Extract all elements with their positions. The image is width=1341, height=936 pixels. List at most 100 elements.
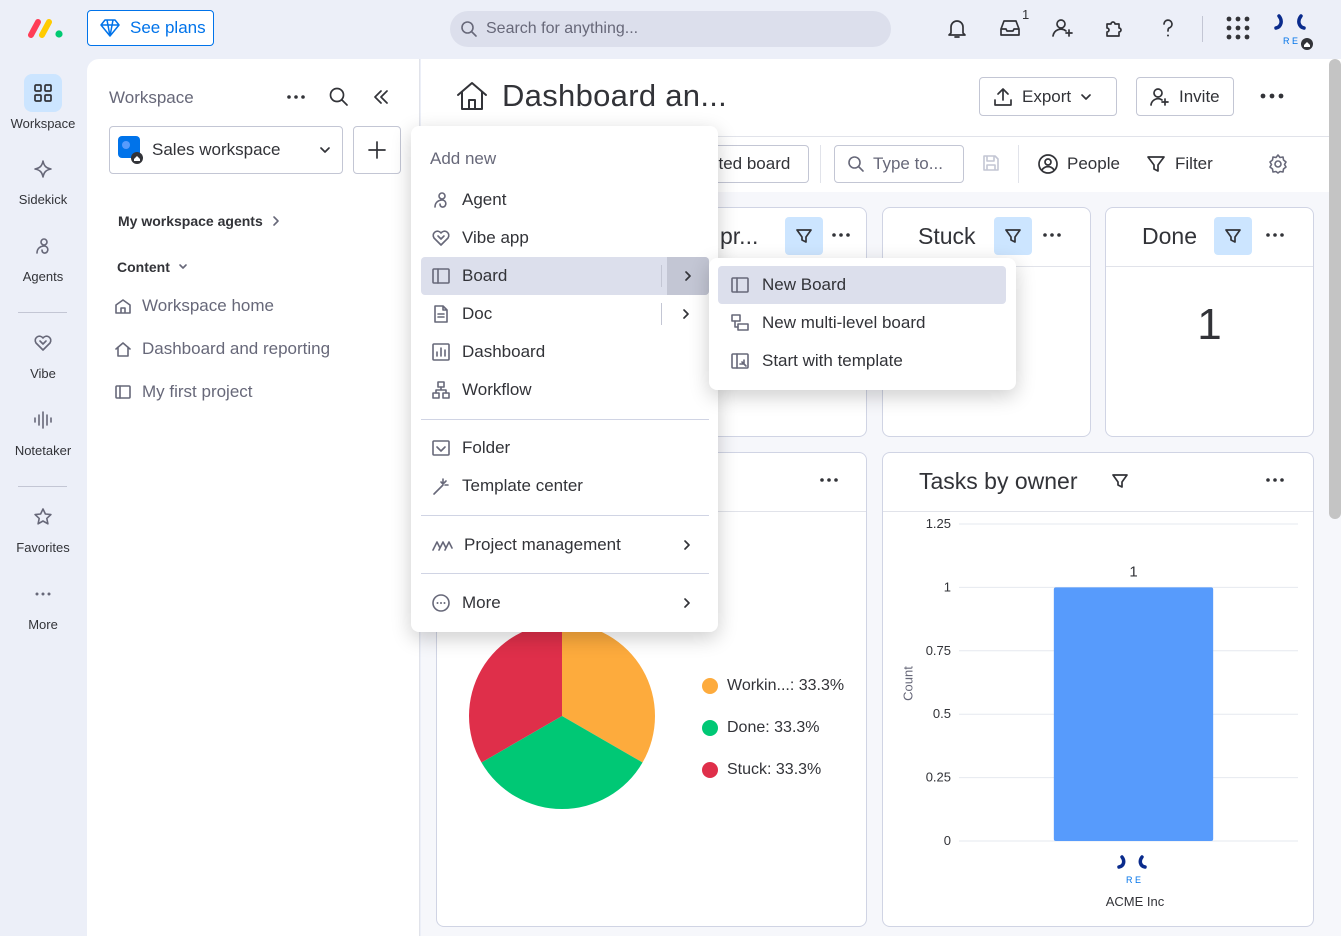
heart-icon xyxy=(24,324,62,362)
workspace-link-project[interactable]: My first project xyxy=(114,382,253,402)
integrations-puzzle-icon[interactable] xyxy=(1102,15,1128,41)
page-scrollbar[interactable] xyxy=(1329,59,1341,519)
rail-label: Sidekick xyxy=(18,192,68,207)
export-button[interactable]: Export xyxy=(979,77,1117,116)
y-tick-label: 1 xyxy=(944,579,951,594)
y-tick-label: 0.5 xyxy=(933,706,951,721)
people-filter-button[interactable]: People xyxy=(1037,145,1120,183)
menu-item-doc[interactable]: Doc xyxy=(421,295,709,333)
widget-filter-icon[interactable] xyxy=(1110,471,1130,491)
menu-divider xyxy=(421,419,709,420)
submenu-item-label: New multi-level board xyxy=(762,313,926,332)
see-plans-button[interactable]: See plans xyxy=(87,10,214,46)
rail-item-sidekick[interactable]: Sidekick xyxy=(0,150,86,207)
widget-options-icon[interactable] xyxy=(1264,224,1286,246)
workflow-icon xyxy=(431,380,451,400)
filter-button[interactable]: Filter xyxy=(1145,145,1213,183)
user-avatar[interactable]: R E xyxy=(1271,14,1315,50)
submenu-item-label: New Board xyxy=(762,275,847,294)
section-title: My workspace agents xyxy=(118,213,263,229)
pie-legend-item[interactable]: Stuck: 33.3% xyxy=(702,761,821,779)
avatar-initials: R E xyxy=(1283,36,1299,46)
global-search-input[interactable]: Search for anything... xyxy=(450,11,891,47)
widget-options-icon[interactable] xyxy=(818,469,840,491)
board-icon xyxy=(114,383,132,401)
page-title[interactable]: Dashboard an... xyxy=(502,78,727,114)
widget-options-icon[interactable] xyxy=(1041,224,1063,246)
widget-filter-icon[interactable] xyxy=(994,217,1032,255)
settings-gear-icon[interactable] xyxy=(1267,153,1289,175)
menu-item-split-divider xyxy=(661,265,662,287)
widget-options-icon[interactable] xyxy=(1264,469,1286,491)
menu-item-folder[interactable]: Folder xyxy=(421,429,709,467)
dashboard-chart-icon xyxy=(431,342,451,362)
rail-item-vibe[interactable]: Vibe xyxy=(0,324,86,381)
solutions-icon xyxy=(431,535,453,555)
board-submenu-toggle[interactable] xyxy=(667,257,709,295)
y-tick-label: 0 xyxy=(944,833,951,848)
toolbar-divider xyxy=(1018,145,1019,183)
owner-avatar: R E xyxy=(1116,855,1156,885)
y-tick-label: 0.25 xyxy=(926,770,951,785)
pie-legend-item[interactable]: Workin...: 33.3% xyxy=(702,677,844,695)
chevron-right-icon[interactable] xyxy=(680,307,692,321)
menu-item-workflow[interactable]: Workflow xyxy=(421,371,709,409)
rail-item-agents[interactable]: Agents xyxy=(0,227,86,284)
apps-grid-icon[interactable] xyxy=(1225,15,1251,41)
menu-divider xyxy=(421,573,709,574)
more-dots-icon xyxy=(24,575,62,613)
help-icon[interactable] xyxy=(1155,15,1181,41)
submenu-item-new-board[interactable]: New Board xyxy=(718,266,1006,304)
menu-item-project-management[interactable]: Project management xyxy=(421,526,709,564)
widget-title[interactable]: Stuck xyxy=(918,223,976,250)
menu-item-vibe-app[interactable]: Vibe app xyxy=(421,219,709,257)
link-label: Dashboard and reporting xyxy=(142,339,331,358)
widget-title[interactable]: pr... xyxy=(720,223,758,250)
rail-label: Vibe xyxy=(30,366,56,381)
add-person-icon xyxy=(1149,86,1171,108)
menu-item-more[interactable]: More xyxy=(421,584,709,622)
workspace-options-icon[interactable] xyxy=(285,86,307,108)
type-to-search-input[interactable]: Type to... xyxy=(834,145,964,183)
rail-item-more[interactable]: More xyxy=(0,575,86,632)
legend-label: Done: 33.3% xyxy=(727,719,820,736)
filter-label: Filter xyxy=(1175,154,1213,173)
pie-legend-item[interactable]: Done: 33.3% xyxy=(702,719,820,737)
widget-filter-icon[interactable] xyxy=(785,217,823,255)
invite-button[interactable]: Invite xyxy=(1136,77,1234,116)
submenu-item-multi-level-board[interactable]: New multi-level board xyxy=(718,304,1006,342)
workspace-search-icon[interactable] xyxy=(328,86,350,108)
workspace-link-home[interactable]: Workspace home xyxy=(114,296,274,316)
legend-swatch xyxy=(702,720,718,736)
export-label: Export xyxy=(1022,86,1072,106)
save-icon[interactable] xyxy=(981,153,1001,173)
submenu-item-start-with-template[interactable]: Start with template xyxy=(718,342,1006,380)
widget-title[interactable]: Done xyxy=(1142,223,1197,250)
done-count-value: 1 xyxy=(1197,300,1222,349)
widget-options-icon[interactable] xyxy=(830,224,852,246)
invite-members-icon[interactable] xyxy=(1050,15,1076,41)
rail-item-notetaker[interactable]: Notetaker xyxy=(0,401,86,458)
bell-icon[interactable] xyxy=(944,15,970,41)
chevron-right-icon xyxy=(682,269,694,283)
page-options-icon[interactable] xyxy=(1259,85,1285,107)
content-section[interactable]: Content xyxy=(117,259,188,275)
doc-icon xyxy=(431,304,451,324)
rail-item-workspace[interactable]: Workspace xyxy=(0,74,86,131)
widget-title[interactable]: Tasks by owner xyxy=(919,468,1078,495)
workspace-selector[interactable]: Sales workspace xyxy=(109,126,343,174)
collapse-panel-icon[interactable] xyxy=(370,86,392,108)
workspace-agents-section[interactable]: My workspace agents xyxy=(118,213,281,229)
menu-item-agent[interactable]: Agent xyxy=(421,181,709,219)
menu-item-board[interactable]: Board xyxy=(421,257,709,295)
inbox-icon[interactable] xyxy=(997,15,1023,41)
menu-item-template-center[interactable]: Template center xyxy=(421,467,709,505)
bar[interactable] xyxy=(1053,587,1214,841)
rail-item-favorites[interactable]: Favorites xyxy=(0,498,86,555)
add-new-button[interactable] xyxy=(353,126,401,174)
menu-item-dashboard[interactable]: Dashboard xyxy=(421,333,709,371)
workspace-link-dashboard[interactable]: Dashboard and reporting xyxy=(114,339,330,359)
widget-filter-icon[interactable] xyxy=(1214,217,1252,255)
search-icon xyxy=(460,20,478,38)
monday-logo[interactable] xyxy=(28,17,66,39)
